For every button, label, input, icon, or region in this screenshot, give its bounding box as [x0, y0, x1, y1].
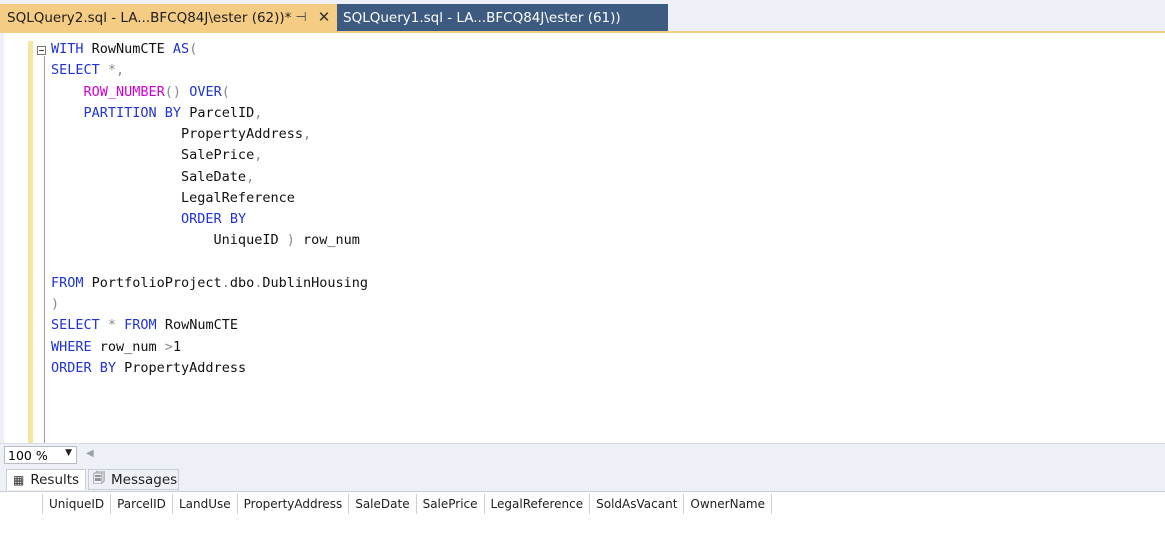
editor-margin: [0, 33, 4, 443]
code-line[interactable]: PropertyAddress,: [51, 124, 368, 145]
code-line[interactable]: UniqueID ) row_num: [51, 230, 368, 251]
tab-sqlquery2-label: SQLQuery2.sql - LA...BFCQ84J\ester (62))…: [7, 9, 292, 26]
tab-messages[interactable]: 🗐 Messages: [88, 469, 179, 490]
grid-corner-cell[interactable]: [6, 494, 43, 514]
sql-text: SaleDate: [51, 168, 247, 185]
sql-text: RowNumCTE: [83, 41, 173, 57]
code-line[interactable]: ): [51, 294, 368, 315]
tab-sqlquery2[interactable]: SQLQuery2.sql - LA...BFCQ84J\ester (62))…: [0, 4, 337, 31]
sql-operator: ,: [302, 126, 312, 142]
sql-text: row_num: [294, 232, 360, 249]
code-line[interactable]: SaleDate,: [51, 167, 368, 188]
results-grid[interactable]: UniqueID ParcelID LandUse PropertyAddress Sa…: [0, 491, 1165, 560]
code-line[interactable]: ORDER BY PropertyAddress: [51, 358, 368, 379]
code-line[interactable]: SELECT * FROM RowNumCTE: [51, 315, 368, 336]
sql-text: PortfolioProject: [83, 274, 222, 291]
sql-keyword: ORDER BY: [181, 211, 247, 227]
messages-icon: 🗐: [93, 471, 105, 485]
sql-text: PropertyAddress: [116, 359, 247, 376]
change-tracking-bar: [28, 41, 33, 443]
sql-keyword: PARTITION BY: [83, 104, 182, 121]
sql-text: SalePrice: [51, 147, 255, 164]
query-editor[interactable]: WITH RowNumCTE AS(SELECT *, ROW_NUMBER()…: [0, 33, 1165, 443]
sql-operator: >: [164, 338, 173, 355]
sql-text: ParcelID: [181, 104, 255, 121]
sql-operator: ,: [254, 104, 263, 121]
scroll-left-icon[interactable]: ◀: [86, 448, 94, 459]
close-icon[interactable]: ✕: [315, 8, 333, 26]
column-header[interactable]: ParcelID: [111, 494, 173, 514]
document-tab-bar: SQLQuery2.sql - LA...BFCQ84J\ester (62))…: [0, 0, 1165, 31]
column-header[interactable]: OwnerName: [684, 494, 772, 514]
code-line[interactable]: LegalReference: [51, 188, 368, 209]
sql-text: UniqueID: [51, 232, 287, 249]
sql-text: 1: [172, 338, 182, 355]
sql-operator: ): [51, 296, 60, 312]
column-header[interactable]: LandUse: [172, 494, 238, 514]
tab-results-label: Results: [30, 472, 80, 488]
sql-keyword: WHERE: [51, 338, 92, 355]
code-line[interactable]: PARTITION BY ParcelID,: [51, 103, 368, 124]
sql-keyword: SELECT: [51, 62, 100, 79]
code-line[interactable]: [51, 252, 368, 273]
outline-line: [44, 56, 45, 443]
zoom-select[interactable]: 100 % ▼: [4, 446, 77, 464]
sql-keyword: FROM: [51, 274, 84, 291]
sql-text: dbo: [229, 274, 255, 291]
code-line[interactable]: SELECT *,: [51, 60, 368, 81]
column-header[interactable]: PropertyAddress: [237, 494, 350, 514]
pin-icon[interactable]: ⊣: [294, 8, 308, 26]
sql-text: row_num: [91, 338, 165, 355]
dropdown-arrow-icon: ▼: [65, 448, 72, 458]
collapse-icon[interactable]: [37, 46, 46, 55]
column-header[interactable]: LegalReference: [484, 494, 591, 514]
sql-code[interactable]: WITH RowNumCTE AS(SELECT *, ROW_NUMBER()…: [51, 39, 368, 379]
sql-keyword: AS: [172, 41, 190, 57]
sql-operator: *,: [99, 62, 125, 79]
grid-icon: ▦: [13, 473, 25, 487]
tab-sqlquery1-label: SQLQuery1.sql - LA...BFCQ84J\ester (61)): [343, 9, 621, 26]
column-header[interactable]: SaleDate: [349, 494, 417, 514]
results-panel: ▦ Results 🗐 Messages UniqueID ParcelID Lan…: [0, 466, 1165, 560]
sql-operator: ,: [254, 147, 263, 164]
sql-operator: (): [164, 83, 182, 100]
code-line[interactable]: FROM PortfolioProject.dbo.DublinHousing: [51, 273, 368, 294]
sql-keyword: ORDER BY: [51, 359, 117, 376]
sql-operator: (: [189, 41, 198, 57]
code-line[interactable]: SalePrice,: [51, 145, 368, 166]
sql-text: DublinHousing: [262, 274, 369, 291]
column-header[interactable]: UniqueID: [43, 494, 112, 514]
results-grid-header: UniqueID ParcelID LandUse PropertyAddress Sa…: [6, 494, 772, 514]
code-line[interactable]: WHERE row_num >1: [51, 337, 368, 358]
sql-function: ROW_NUMBER: [83, 83, 165, 100]
code-line[interactable]: WITH RowNumCTE AS(: [51, 39, 368, 60]
tab-messages-label: Messages: [111, 471, 178, 488]
tab-results[interactable]: ▦ Results: [6, 469, 86, 490]
sql-operator: ): [286, 232, 295, 249]
sql-operator: ,: [246, 168, 255, 185]
sql-text: RowNumCTE: [156, 317, 238, 334]
zoom-value: 100 %: [8, 447, 48, 463]
editor-status-bar: 100 % ▼ ◀: [0, 443, 1165, 466]
sql-keyword: WITH: [51, 41, 84, 57]
code-line[interactable]: ROW_NUMBER() OVER(: [51, 82, 368, 103]
code-line[interactable]: ORDER BY: [51, 209, 368, 230]
tab-sqlquery1[interactable]: SQLQuery1.sql - LA...BFCQ84J\ester (61)): [337, 4, 668, 31]
sql-keyword: SELECT: [51, 317, 100, 334]
sql-keyword: FROM: [124, 317, 157, 334]
sql-operator: *: [99, 317, 125, 334]
sql-text: PropertyAddress: [51, 126, 303, 142]
column-header[interactable]: SoldAsVacant: [590, 494, 685, 514]
sql-keyword: OVER: [189, 83, 222, 100]
sql-operator: .: [221, 274, 230, 291]
sql-text: LegalReference: [51, 189, 295, 206]
sql-operator: (: [221, 83, 230, 100]
column-header[interactable]: SalePrice: [416, 494, 485, 514]
